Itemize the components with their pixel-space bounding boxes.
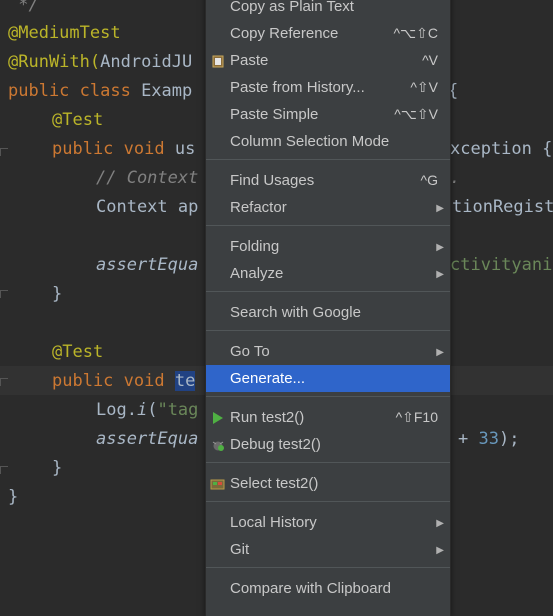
context-menu: Copy as Plain Text Copy Reference ^⌥⇧C Pa… xyxy=(205,0,451,616)
menu-separator xyxy=(206,567,450,568)
code-line: public void te xyxy=(52,371,196,391)
menu-item-find-usages[interactable]: Find Usages ^G xyxy=(206,167,450,194)
submenu-arrow-icon: ▶ xyxy=(436,242,444,253)
menu-item-search-with-google[interactable]: Search with Google xyxy=(206,299,450,326)
code-line: // Context. xyxy=(96,168,461,188)
menu-item-debug-test2[interactable]: Debug test2() xyxy=(206,431,450,458)
clipboard-icon xyxy=(210,47,226,74)
select-target-icon xyxy=(210,470,226,497)
fold-marker-icon[interactable] xyxy=(0,466,8,474)
code-line: Log.i("tag xyxy=(96,400,199,420)
fold-marker-icon[interactable] xyxy=(0,148,8,156)
code-line: assertEqua ctivityani xyxy=(96,255,553,275)
menu-item-analyze[interactable]: Analyze ▶ xyxy=(206,260,450,287)
menu-separator xyxy=(206,396,450,397)
menu-item-paste[interactable]: Paste ^V xyxy=(206,47,450,74)
menu-item-copy-as-plain-text[interactable]: Copy as Plain Text xyxy=(206,0,450,20)
menu-separator xyxy=(206,330,450,331)
submenu-arrow-icon: ▶ xyxy=(436,545,444,556)
run-icon xyxy=(210,404,226,431)
menu-separator xyxy=(206,225,450,226)
code-line: } xyxy=(52,284,63,304)
menu-item-folding[interactable]: Folding ▶ xyxy=(206,233,450,260)
fold-marker-icon[interactable] xyxy=(0,378,8,386)
menu-separator xyxy=(206,462,450,463)
menu-item-select-test2[interactable]: Select test2() xyxy=(206,470,450,497)
menu-separator xyxy=(206,291,450,292)
code-line: } xyxy=(52,458,63,478)
debug-icon xyxy=(210,431,226,458)
menu-item-generate[interactable]: Generate... xyxy=(206,365,450,392)
code-line: Context ap tionRegist xyxy=(96,197,553,217)
code-line: */ xyxy=(8,0,39,15)
submenu-arrow-icon: ▶ xyxy=(436,518,444,529)
menu-separator xyxy=(206,501,450,502)
menu-item-git[interactable]: Git ▶ xyxy=(206,536,450,563)
menu-item-column-selection-mode[interactable]: Column Selection Mode xyxy=(206,128,450,155)
menu-item-go-to[interactable]: Go To ▶ xyxy=(206,338,450,365)
code-line: public void us xception { xyxy=(52,139,553,159)
menu-item-paste-from-history[interactable]: Paste from History... ^⇧V xyxy=(206,74,450,101)
code-line: @RunWith(AndroidJU xyxy=(8,52,193,72)
code-line: public class Examp{ xyxy=(8,81,459,101)
code-line: assertEqua + 33); xyxy=(96,429,520,449)
code-line: } xyxy=(8,487,19,507)
fold-marker-icon[interactable] xyxy=(0,290,8,298)
code-line: @Test xyxy=(52,342,104,362)
menu-item-refactor[interactable]: Refactor ▶ xyxy=(206,194,450,221)
code-line: @MediumTest xyxy=(8,23,121,43)
menu-item-run-test2[interactable]: Run test2() ^⇧F10 xyxy=(206,404,450,431)
submenu-arrow-icon: ▶ xyxy=(436,203,444,214)
submenu-arrow-icon: ▶ xyxy=(436,269,444,280)
menu-item-paste-simple[interactable]: Paste Simple ^⌥⇧V xyxy=(206,101,450,128)
submenu-arrow-icon: ▶ xyxy=(436,347,444,358)
menu-item-local-history[interactable]: Local History ▶ xyxy=(206,509,450,536)
code-line: @Test xyxy=(52,110,104,130)
menu-separator xyxy=(206,159,450,160)
menu-item-compare-with-clipboard[interactable]: Compare with Clipboard xyxy=(206,575,450,602)
menu-item-copy-reference[interactable]: Copy Reference ^⌥⇧C xyxy=(206,20,450,47)
